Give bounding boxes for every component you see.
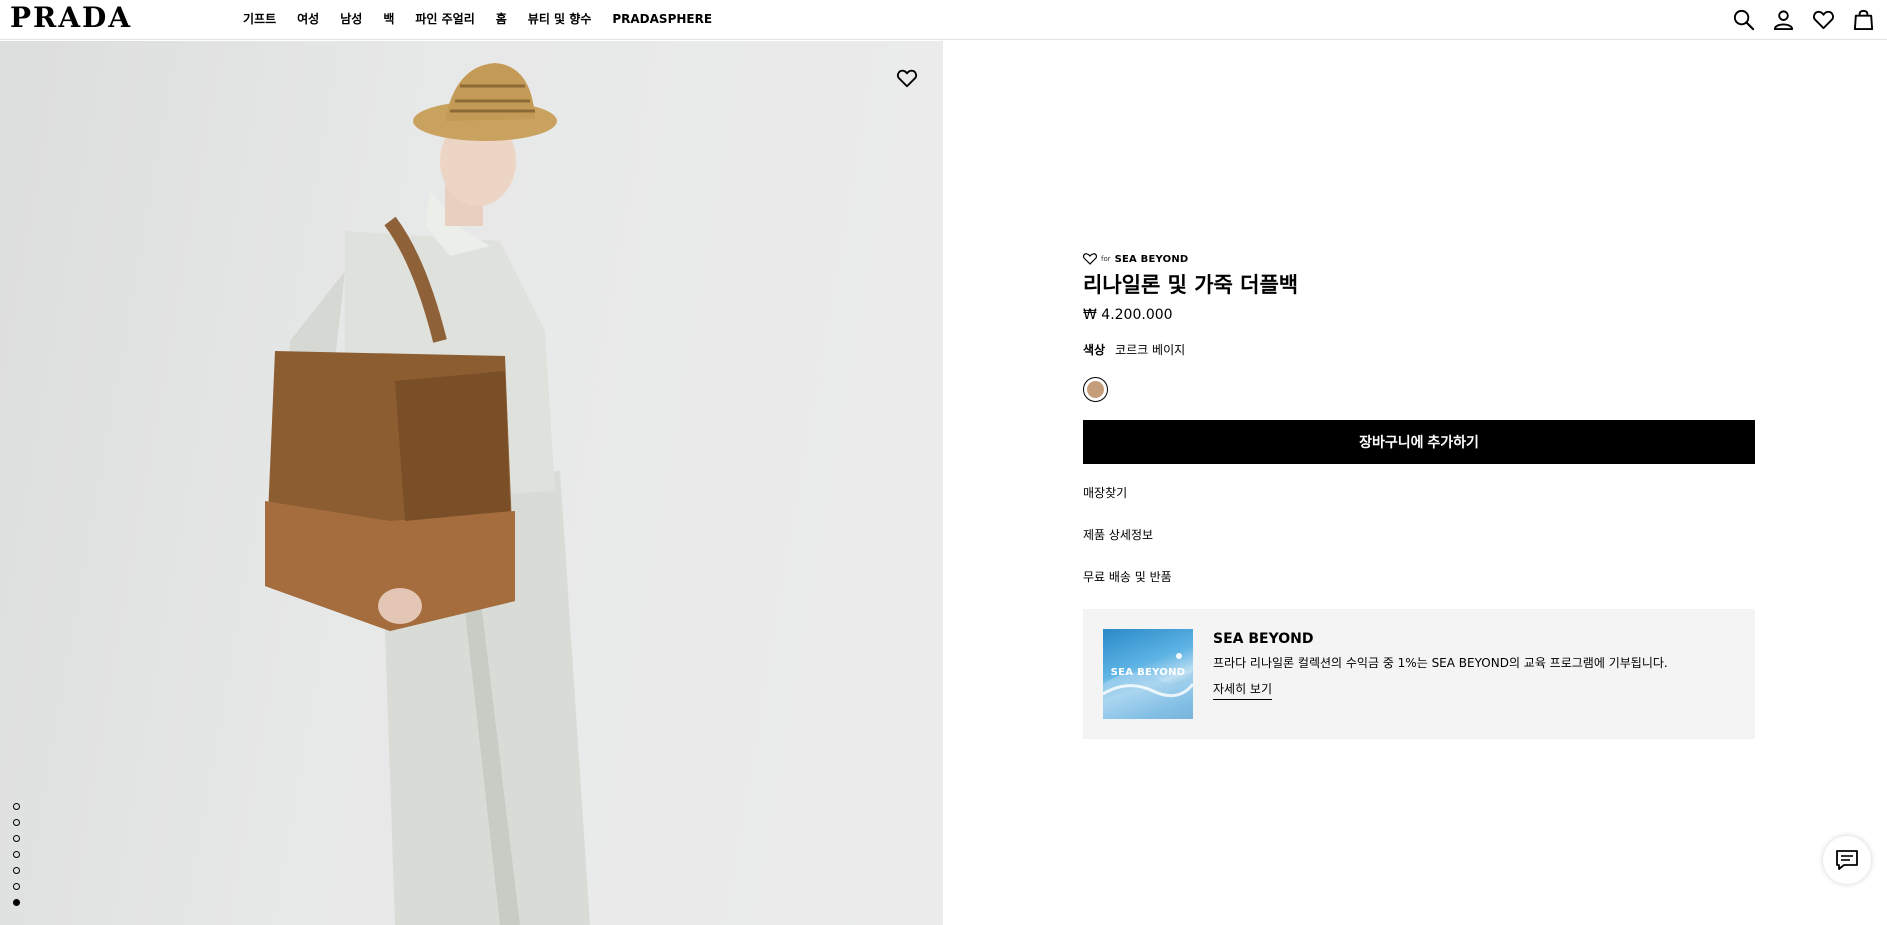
nav-item-fine-jewelry[interactable]: 파인 주얼리 <box>415 12 474 26</box>
nav-item-beauty[interactable]: 뷰티 및 향수 <box>528 12 592 26</box>
chat-button[interactable] <box>1823 836 1871 884</box>
color-value: 코르크 베이지 <box>1115 343 1186 357</box>
product-details: for SEA BEYOND 리나일론 및 가죽 더플백 ₩ 4.200.000… <box>1083 252 1755 739</box>
gallery-dot[interactable] <box>13 803 20 810</box>
header-icons <box>1732 8 1875 31</box>
nav-item-bags[interactable]: 백 <box>383 12 394 26</box>
nav-item-women[interactable]: 여성 <box>297 12 319 26</box>
product-title: 리나일론 및 가죽 더플백 <box>1083 273 1299 297</box>
search-icon[interactable] <box>1732 8 1755 31</box>
nav-item-gifts[interactable]: 기프트 <box>243 12 276 26</box>
sea-beyond-image-text: SEA BEYOND <box>1110 667 1186 678</box>
sea-beyond-title: SEA BEYOND <box>1213 631 1314 647</box>
chat-icon <box>1836 850 1858 870</box>
product-photo <box>265 63 590 925</box>
nav-item-men[interactable]: 남성 <box>340 12 362 26</box>
gallery-dot[interactable] <box>13 819 20 826</box>
product-price: ₩ 4.200.000 <box>1083 307 1173 323</box>
brand-name: SEA BEYOND <box>1114 253 1189 265</box>
sea-beyond-tag: for SEA BEYOND <box>1083 252 1755 266</box>
main-nav: 기프트 여성 남성 백 파인 주얼리 홈 뷰티 및 향수 PRADASPHERE <box>243 12 712 26</box>
shopping-bag-icon[interactable] <box>1852 8 1875 31</box>
wishlist-icon[interactable] <box>1812 8 1835 31</box>
color-swatch <box>1087 381 1104 398</box>
sea-beyond-image: SEA BEYOND <box>1103 629 1193 719</box>
learn-more-link[interactable]: 자세히 보기 <box>1213 682 1273 700</box>
shipping-returns-link[interactable]: 무료 배송 및 반품 <box>1083 570 1755 584</box>
product-image-gallery[interactable] <box>0 41 943 925</box>
nav-item-pradasphere[interactable]: PRADASPHERE <box>612 12 712 26</box>
color-row: 색상 코르크 베이지 <box>1083 343 1755 357</box>
prada-logo[interactable]: PRADA <box>10 4 132 32</box>
gallery-pagination <box>13 803 20 906</box>
color-swatch-selected[interactable] <box>1083 377 1108 402</box>
site-header: PRADA 기프트 여성 남성 백 파인 주얼리 홈 뷰티 및 향수 PRADA… <box>0 0 1887 40</box>
sea-beyond-description: 프라다 리나일론 컬렉션의 수익금 중 1%는 SEA BEYOND의 교육 프… <box>1213 656 1668 670</box>
sea-beyond-card: SEA BEYOND SEA BEYOND 프라다 리나일론 컬렉션의 수익금 … <box>1083 609 1755 739</box>
add-to-cart-button[interactable]: 장바구니에 추가하기 <box>1083 420 1755 464</box>
gallery-dot[interactable] <box>13 883 20 890</box>
gallery-dot-active[interactable] <box>13 899 20 906</box>
gallery-dot[interactable] <box>13 835 20 842</box>
find-store-link[interactable]: 매장찾기 <box>1083 486 1755 500</box>
brand-for-text: for <box>1101 255 1111 263</box>
nav-item-home[interactable]: 홈 <box>496 12 507 26</box>
gallery-dot[interactable] <box>13 851 20 858</box>
color-label: 색상 <box>1083 343 1106 357</box>
product-details-link[interactable]: 제품 상세정보 <box>1083 528 1755 542</box>
account-icon[interactable] <box>1772 8 1795 31</box>
sea-beyond-logo-icon <box>1083 253 1097 265</box>
favorite-heart-icon[interactable] <box>896 67 918 89</box>
gallery-dot[interactable] <box>13 867 20 874</box>
